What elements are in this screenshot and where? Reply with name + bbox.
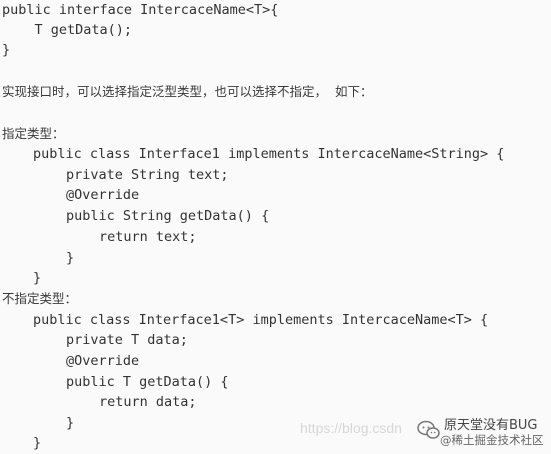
code-line: private String text; xyxy=(66,167,229,183)
paragraph-text: 实现接口时，可以选择指定泛型类型，也可以选择不指定， 如下： xyxy=(2,84,373,99)
code-line: public String getData() { xyxy=(66,208,270,224)
code-line: public class Interface1 implements Inter… xyxy=(33,146,505,162)
code-line: } xyxy=(66,415,75,431)
wechat-logo-icon xyxy=(417,420,440,439)
code-line: public class Interface1<T> implements In… xyxy=(33,312,489,328)
section-heading: 不指定类型： xyxy=(2,291,78,306)
code-line: public interface IntercaceName<T>{ xyxy=(2,2,279,18)
code-line: return data; xyxy=(99,394,197,410)
code-line: return text; xyxy=(99,229,197,245)
code-line: private T data; xyxy=(66,332,188,348)
section-heading: 指定类型： xyxy=(2,126,65,141)
code-line: } xyxy=(33,435,42,451)
code-line: } xyxy=(66,250,75,266)
watermark-url: https://blog.csdn xyxy=(300,420,402,436)
code-line: public T getData() { xyxy=(66,374,229,390)
watermark-site-name: @稀土掘金技术社区 xyxy=(440,433,544,447)
code-line: } xyxy=(2,42,11,58)
document-body: public interface IntercaceName<T>{ T get… xyxy=(0,0,551,452)
code-line: @Override xyxy=(66,187,140,203)
watermark-account-name: 原天堂没有BUG xyxy=(444,418,538,433)
code-line: @Override xyxy=(66,353,140,369)
code-line: T getData(); xyxy=(2,22,133,38)
watermark-brand: 原天堂没有BUG @稀土掘金技术社区 xyxy=(416,412,550,452)
code-line: } xyxy=(33,270,42,286)
